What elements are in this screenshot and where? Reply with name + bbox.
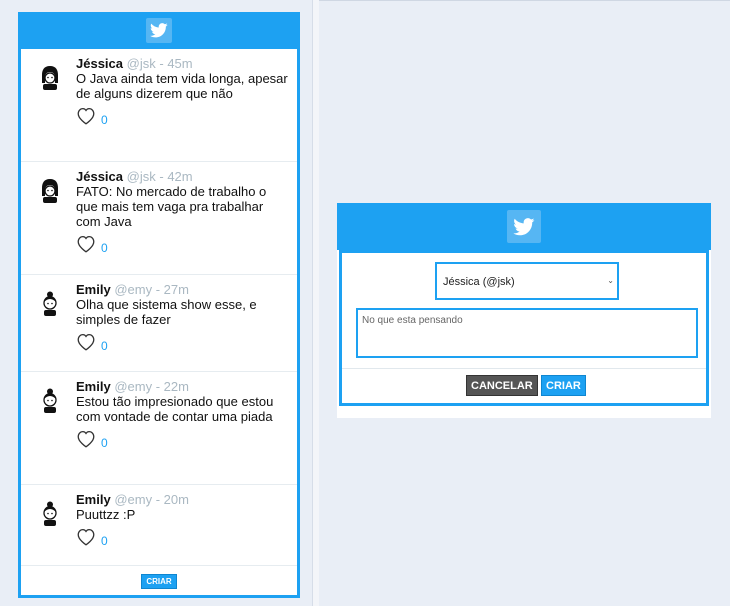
tweet-meta-separator: - [155,492,161,507]
create-button[interactable]: CRIAR [541,375,586,396]
tweet-meta-separator: - [155,379,161,394]
like-count: 0 [101,436,108,450]
feed-header [21,12,297,49]
feed-footer: CRIAR [21,566,297,596]
chevron-down-icon: ⌄ [607,276,614,285]
girl-bun-avatar-icon [39,501,61,527]
tweet-handle: @emy [114,379,153,394]
tweet-text: Estou tão impresionado que estou com von… [76,394,274,424]
modal-header [337,203,711,250]
tweet-meta-separator: - [159,56,164,71]
cancel-button[interactable]: CANCELAR [466,375,538,396]
tweet-time: 20m [163,492,189,507]
girl-bun-avatar-icon [39,388,61,414]
tweet-time: 27m [163,282,189,297]
tweet-text: O Java ainda tem vida longa, apesar de a… [76,71,288,101]
tweet-handle: @jsk [126,169,156,184]
tweet-time: 42m [167,169,193,184]
user-select[interactable]: Jéssica (@jsk) ⌄ [435,262,619,300]
modal-divider [342,368,706,369]
tweet-meta-separator: - [155,282,161,297]
tweet-author-name: Jéssica [76,56,123,71]
tweet-handle: @jsk [126,56,156,71]
tweet-time: 22m [163,379,189,394]
heart-icon[interactable] [76,107,98,127]
tweet-item: Emily @emy - 22m Estou tão impresionado … [21,372,297,485]
tweet-item: Emily @emy - 20m Puuttzz :P 0 [21,485,297,566]
tweet-textarea-placeholder: No que esta pensando [362,315,463,326]
modal-body: Jéssica (@jsk) ⌄ No que esta pensando CA… [339,250,709,406]
girl-avatar-icon [39,178,61,204]
tweet-author-name: Emily [76,492,111,507]
user-select-value: Jéssica (@jsk) [443,276,515,288]
tweet-handle: @emy [114,282,153,297]
girl-bun-avatar-icon [39,291,61,317]
tweet-meta-separator: - [159,169,164,184]
tweet-text: Olha que sistema show esse, e simples de… [76,297,257,327]
girl-avatar-icon [39,65,61,91]
twitter-bird-icon [146,18,172,43]
heart-icon[interactable] [76,528,98,548]
tweet-item: Emily @emy - 27m Olha que sistema show e… [21,275,297,372]
tweet-author-name: Jéssica [76,169,123,184]
tweet-item: Jéssica @jsk - 45m O Java ainda tem vida… [21,49,297,162]
tweet-handle: @emy [114,492,153,507]
tweet-text: FATO: No mercado de trabalho o que mais … [76,184,267,229]
tweet-author-name: Emily [76,379,111,394]
tweet-author-name: Emily [76,282,111,297]
new-tweet-modal: Jéssica (@jsk) ⌄ No que esta pensando CA… [337,203,711,418]
heart-icon[interactable] [76,235,98,255]
tweet-textarea[interactable]: No que esta pensando [356,308,698,358]
tweet-item: Jéssica @jsk - 42m FATO: No mercado de t… [21,162,297,275]
tweet-time: 45m [167,56,193,71]
heart-icon[interactable] [76,430,98,450]
panel-divider [312,0,319,606]
heart-icon[interactable] [76,333,98,353]
feed-frame: Jéssica @jsk - 45m O Java ainda tem vida… [18,12,300,598]
like-count: 0 [101,241,108,255]
twitter-bird-icon [507,210,541,243]
tweet-text: Puuttzz :P [76,507,136,522]
tweet-list: Jéssica @jsk - 45m O Java ainda tem vida… [21,49,297,595]
like-count: 0 [101,339,108,353]
like-count: 0 [101,113,108,127]
like-count: 0 [101,534,108,548]
create-tweet-button[interactable]: CRIAR [141,573,177,589]
